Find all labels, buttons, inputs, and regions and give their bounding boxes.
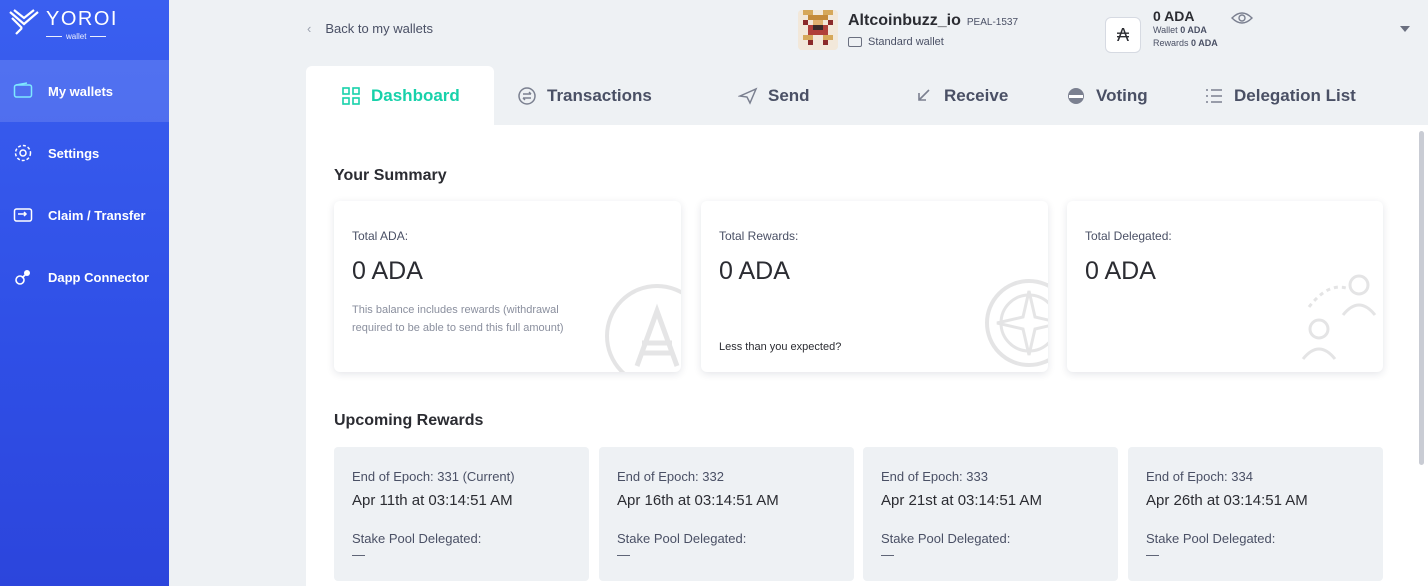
less-than-expected-link[interactable]: Less than you expected?: [719, 341, 841, 353]
dashboard-icon: [341, 86, 361, 106]
tab-send[interactable]: Send: [700, 66, 866, 125]
top-bar: ‹ Back to my wallets Altcoinbuzz_io PEAL…: [169, 0, 1428, 62]
rewards-balance-label: Rewards: [1153, 38, 1189, 48]
back-to-wallets-link[interactable]: ‹ Back to my wallets: [307, 21, 433, 36]
total-ada-card: Total ADA: 0 ADA This balance includes r…: [334, 201, 681, 372]
ada-watermark-icon: [605, 284, 681, 372]
sidebar: YOROI wallet My wallets Settings Claim /…: [0, 0, 169, 586]
compass-watermark-icon: [985, 279, 1048, 367]
send-icon: [738, 86, 758, 106]
reward-epoch: End of Epoch: 334: [1146, 469, 1253, 484]
rewards-balance-value: 0 ADA: [1191, 38, 1218, 48]
show-hide-balance-icon[interactable]: [1231, 10, 1253, 31]
sidebar-item-my-wallets[interactable]: My wallets: [0, 60, 169, 122]
tab-label: Voting: [1096, 85, 1148, 105]
people-watermark-icon: [1301, 274, 1377, 360]
reward-epoch: End of Epoch: 332: [617, 469, 724, 484]
card-value: 0 ADA: [719, 257, 790, 285]
sidebar-item-settings[interactable]: Settings: [0, 122, 169, 184]
ada-total: 0 ADA: [1153, 8, 1195, 24]
sidebar-item-dapp-connector[interactable]: Dapp Connector: [0, 246, 169, 308]
chevron-left-icon: ‹: [307, 21, 312, 36]
reward-card: End of Epoch: 334 Apr 26th at 03:14:51 A…: [1128, 447, 1383, 581]
reward-pool-label: Stake Pool Delegated:: [881, 531, 1011, 546]
reward-date: Apr 26th at 03:14:51 AM: [1146, 492, 1308, 509]
wallet-balance-label: Wallet: [1153, 25, 1178, 35]
reward-epoch: End of Epoch: 331 (Current): [352, 469, 515, 484]
dashboard-panel: Your Summary Total ADA: 0 ADA This balan…: [306, 125, 1428, 586]
list-icon: [1204, 86, 1224, 106]
reward-date: Apr 11th at 03:14:51 AM: [352, 492, 513, 509]
wallet-icon: [12, 80, 34, 102]
total-delegated-card: Total Delegated: 0 ADA: [1067, 201, 1383, 372]
reward-card: End of Epoch: 331 (Current) Apr 11th at …: [334, 447, 589, 581]
tab-receive[interactable]: Receive: [866, 66, 1054, 125]
logo-sub: wallet: [66, 32, 87, 41]
wallet-balance-value: 0 ADA: [1180, 25, 1207, 35]
reward-pool-value: —: [1146, 547, 1159, 562]
back-label: Back to my wallets: [325, 21, 433, 36]
reward-pool-label: Stake Pool Delegated:: [1146, 531, 1276, 546]
tab-label: Dashboard: [371, 85, 460, 105]
logo-name: YOROI: [46, 8, 118, 30]
sidebar-item-label: My wallets: [48, 83, 114, 99]
yoroi-logo[interactable]: YOROI wallet: [8, 6, 118, 46]
transactions-icon: [517, 86, 537, 106]
receive-icon: [914, 86, 934, 106]
transfer-icon: [12, 204, 34, 226]
reward-pool-label: Stake Pool Delegated:: [352, 531, 482, 546]
wallet-plate: PEAL-1537: [966, 17, 1019, 28]
tab-delegation-list[interactable]: Delegation List: [1204, 66, 1428, 125]
chevron-down-icon[interactable]: [1400, 26, 1410, 32]
scrollbar[interactable]: [1419, 131, 1424, 465]
sidebar-item-label: Settings: [48, 145, 100, 161]
sidebar-item-label: Claim / Transfer: [48, 207, 146, 223]
wallet-summary[interactable]: Altcoinbuzz_io PEAL-1537 Standard wallet: [798, 10, 1018, 50]
tab-voting[interactable]: Voting: [1054, 66, 1204, 125]
wallet-avatar: [798, 10, 838, 50]
card-label: Total Delegated:: [1085, 229, 1172, 243]
total-rewards-card: Total Rewards: 0 ADA Less than you expec…: [701, 201, 1048, 372]
dapp-icon: [12, 266, 34, 288]
gear-icon: [12, 142, 34, 164]
reward-date: Apr 21st at 03:14:51 AM: [881, 492, 1042, 509]
cardano-ada-icon: ₳: [1105, 17, 1141, 53]
yoroi-logo-icon: [9, 9, 39, 35]
tab-label: Transactions: [547, 85, 652, 105]
tab-label: Receive: [944, 85, 1009, 105]
tab-label: Delegation List: [1234, 85, 1356, 105]
reward-card: End of Epoch: 332 Apr 16th at 03:14:51 A…: [599, 447, 854, 581]
tab-label: Send: [768, 85, 810, 105]
voting-icon: [1066, 86, 1086, 106]
card-label: Total Rewards:: [719, 229, 799, 243]
wallet-tabs: Dashboard Transactions Send Receive Voti…: [306, 66, 1428, 125]
card-value: 0 ADA: [352, 257, 423, 285]
upcoming-rewards-title: Upcoming Rewards: [334, 412, 484, 429]
reward-date: Apr 16th at 03:14:51 AM: [617, 492, 779, 509]
tab-dashboard[interactable]: Dashboard: [306, 66, 494, 125]
reward-pool-value: —: [352, 547, 365, 562]
tab-transactions[interactable]: Transactions: [494, 66, 700, 125]
card-note: This balance includes rewards (withdrawa…: [352, 304, 564, 334]
summary-title: Your Summary: [334, 167, 447, 184]
reward-epoch: End of Epoch: 333: [881, 469, 988, 484]
wallet-type: Standard wallet: [868, 36, 944, 48]
reward-pool-label: Stake Pool Delegated:: [617, 531, 747, 546]
sidebar-item-claim-transfer[interactable]: Claim / Transfer: [0, 184, 169, 246]
wallet-name: Altcoinbuzz_io: [848, 12, 961, 29]
wallet-type-icon: [848, 37, 862, 47]
ada-balance: ₳ 0 ADA Wallet 0 ADA Rewards 0 ADA: [1105, 8, 1218, 53]
reward-pool-value: —: [617, 547, 630, 562]
sidebar-item-label: Dapp Connector: [48, 269, 150, 285]
reward-pool-value: —: [881, 547, 894, 562]
reward-card: End of Epoch: 333 Apr 21st at 03:14:51 A…: [863, 447, 1118, 581]
card-value: 0 ADA: [1085, 257, 1156, 285]
card-label: Total ADA:: [352, 229, 409, 243]
sidebar-nav: My wallets Settings Claim / Transfer Dap…: [0, 60, 169, 308]
